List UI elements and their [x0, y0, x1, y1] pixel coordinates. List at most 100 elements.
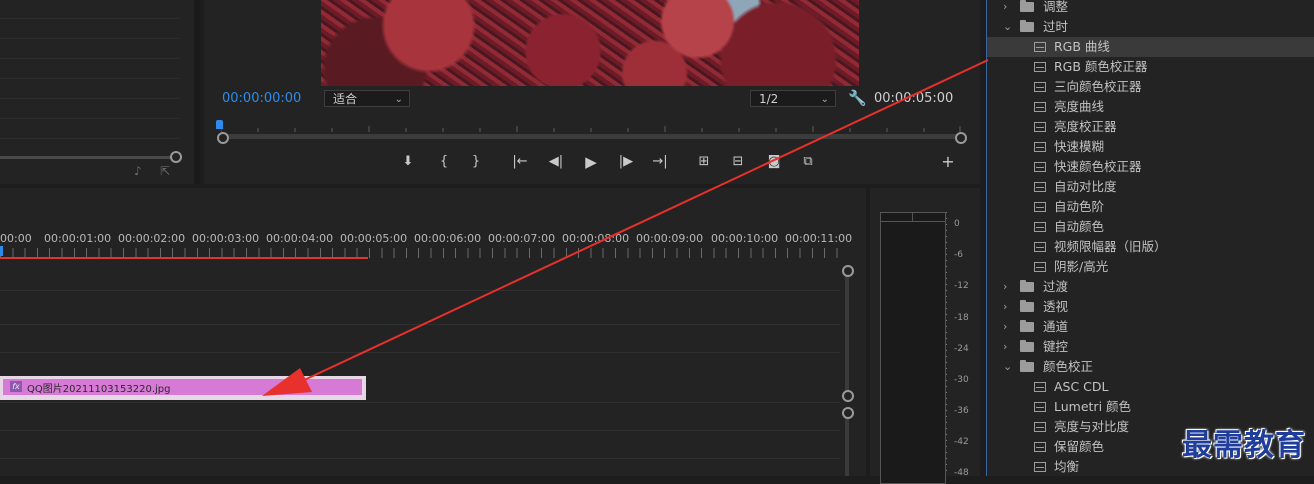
effect-label: 快速模糊 [1054, 139, 1105, 154]
effect-label: RGB 曲线 [1054, 39, 1110, 54]
resolution-dropdown[interactable]: 1/2 ⌄ [750, 90, 836, 107]
effect-item[interactable]: 自动色阶 [987, 197, 1314, 217]
scroll-handle[interactable] [842, 390, 854, 402]
step-back-icon[interactable]: ◀| [546, 152, 566, 172]
effect-icon [1034, 382, 1046, 392]
scroll-handle[interactable] [842, 407, 854, 419]
effect-icon [1034, 242, 1046, 252]
effect-label: 三向颜色校正器 [1054, 79, 1142, 94]
horizontal-scrollbar[interactable] [0, 156, 176, 159]
effect-item[interactable]: 自动颜色 [987, 217, 1314, 237]
extract-icon[interactable]: ⊟ [728, 152, 748, 172]
work-area-bar[interactable] [0, 257, 368, 259]
ruler-label: 00:00:06:00 [414, 232, 482, 245]
ruler-label: 00:00:03:00 [192, 232, 260, 245]
go-to-in-icon[interactable]: |← [510, 152, 530, 172]
effect-item[interactable]: 亮度曲线 [987, 97, 1314, 117]
playhead-marker[interactable] [0, 246, 3, 256]
zoom-handle-right[interactable] [955, 132, 967, 144]
effect-icon [1034, 402, 1046, 412]
zoom-handle-left[interactable] [217, 132, 229, 144]
lift-icon[interactable]: ⊞ [694, 152, 714, 172]
ruler-label: 00:00:05:00 [340, 232, 408, 245]
mark-in-icon[interactable]: { [434, 152, 454, 172]
fit-dropdown[interactable]: 适合 ⌄ [324, 90, 410, 107]
watermark-logo: 最需教育 [1182, 428, 1306, 463]
export-icon[interactable]: ⇱ [160, 164, 170, 178]
effect-label: 自动颜色 [1054, 219, 1105, 234]
video-clip[interactable]: fx QQ图片20211103153220.jpg [0, 376, 366, 400]
mark-out-icon[interactable]: } [466, 152, 486, 172]
program-ruler[interactable] [216, 118, 961, 132]
add-button-icon[interactable]: + [938, 152, 958, 172]
effects-folder[interactable]: › 透视 [987, 297, 1314, 317]
play-icon[interactable]: ▶ [581, 152, 601, 172]
effect-label: ASC CDL [1054, 379, 1109, 394]
effect-item[interactable]: RGB 颜色校正器 [987, 57, 1314, 77]
db-label: -6 [954, 250, 963, 260]
effects-folder[interactable]: › 过渡 [987, 277, 1314, 297]
zoom-scrollbar[interactable] [221, 134, 961, 139]
effect-icon [1034, 62, 1046, 72]
effect-label: 亮度校正器 [1054, 119, 1117, 134]
music-note-icon[interactable]: ♪ [134, 164, 142, 178]
effects-folder-adjust[interactable]: › 调整 [987, 0, 1314, 17]
source-monitor-panel: ♪ ⇱ [0, 0, 200, 184]
wrench-icon[interactable]: 🔧 [848, 89, 867, 107]
effects-folder[interactable]: › 通道 [987, 317, 1314, 337]
folder-label: 键控 [1043, 339, 1069, 354]
effect-item[interactable]: 视频限幅器（旧版） [987, 237, 1314, 257]
effect-item[interactable]: 阴影/高光 [987, 257, 1314, 277]
folder-label: 过时 [1043, 19, 1069, 34]
fx-badge-icon: fx [10, 381, 22, 392]
db-label: -12 [954, 281, 969, 291]
video-preview [321, 0, 859, 86]
audio-track-scrollbar[interactable] [845, 416, 849, 476]
effect-label: 视频限幅器（旧版） [1054, 239, 1167, 254]
effects-folder[interactable]: › 键控 [987, 337, 1314, 357]
db-label: -48 [954, 468, 969, 478]
track-divider [0, 290, 840, 291]
effect-icon [1034, 202, 1046, 212]
db-label: -30 [954, 375, 969, 385]
playhead-timecode[interactable]: 00:00:00:00 [222, 91, 301, 106]
ruler-label: 00:00:01:00 [44, 232, 112, 245]
divider [0, 118, 180, 119]
compare-icon[interactable]: ⧉ [798, 152, 818, 172]
ruler-label: 00:00 [0, 232, 32, 245]
video-track-scrollbar[interactable] [845, 274, 849, 392]
effect-item[interactable]: 三向颜色校正器 [987, 77, 1314, 97]
effect-label: 亮度与对比度 [1054, 419, 1130, 434]
add-marker-icon[interactable]: ⬇ [398, 152, 418, 172]
track-divider [0, 430, 840, 431]
effect-item-rgb-curves[interactable]: RGB 曲线 [987, 37, 1314, 57]
fit-dropdown-value: 适合 [333, 92, 358, 106]
step-forward-icon[interactable]: |▶ [616, 152, 636, 172]
effect-item[interactable]: 自动对比度 [987, 177, 1314, 197]
effect-item[interactable]: 亮度校正器 [987, 117, 1314, 137]
go-to-out-icon[interactable]: →| [650, 152, 670, 172]
divider [0, 138, 180, 139]
playhead-marker[interactable] [216, 120, 223, 129]
effect-item[interactable]: 快速模糊 [987, 137, 1314, 157]
effect-item[interactable]: ASC CDL [987, 377, 1314, 397]
camera-icon[interactable]: ◙ [764, 152, 784, 172]
track-divider [0, 324, 840, 325]
effect-item[interactable]: Lumetri 颜色 [987, 397, 1314, 417]
effects-folder-color-correction[interactable]: ⌄ 颜色校正 [987, 357, 1314, 377]
chevron-right-icon: › [1003, 280, 1008, 293]
folder-icon [1020, 340, 1034, 352]
clip-body: fx QQ图片20211103153220.jpg [3, 379, 362, 395]
scroll-handle[interactable] [842, 265, 854, 277]
effect-item[interactable]: 快速颜色校正器 [987, 157, 1314, 177]
clip-name: QQ图片20211103153220.jpg [27, 384, 171, 395]
effect-label: 阴影/高光 [1054, 259, 1109, 274]
audio-meter [880, 212, 946, 484]
effect-icon [1034, 462, 1046, 472]
meter-scale [946, 212, 947, 476]
divider [0, 38, 180, 39]
effects-folder-obsolete[interactable]: ⌄ 过时 [987, 17, 1314, 37]
timeline-panel: 00:00 00:00:01:00 00:00:02:00 00:00:03:0… [0, 188, 866, 476]
effect-label: Lumetri 颜色 [1054, 399, 1132, 414]
zoom-handle[interactable] [170, 151, 182, 163]
